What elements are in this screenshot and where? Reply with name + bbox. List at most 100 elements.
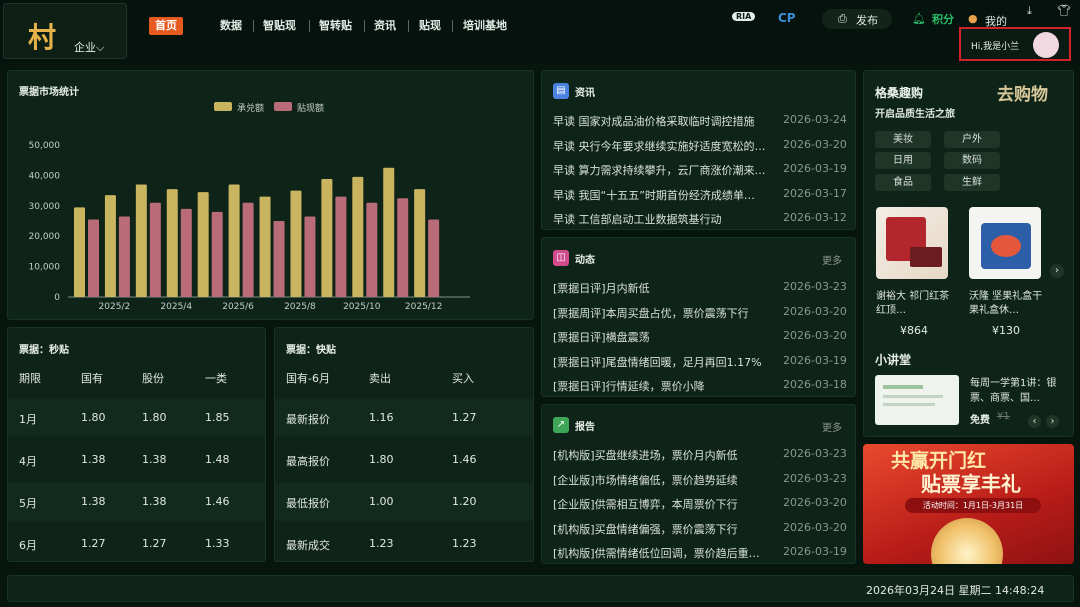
- nav-home[interactable]: 首页: [149, 17, 183, 35]
- course-prev-icon[interactable]: ‹: [1028, 415, 1041, 428]
- assistant-greeting[interactable]: Hi,我是小兰: [959, 27, 1071, 61]
- nav-smart-discount[interactable]: 智贴现: [263, 17, 296, 35]
- bar-discount[interactable]: [273, 221, 285, 297]
- list-item-dynamics[interactable]: [票据日评]月内新低: [553, 280, 768, 296]
- bar-acceptance[interactable]: [352, 176, 364, 297]
- tag-food[interactable]: 食品: [875, 174, 931, 191]
- product-image-nuts[interactable]: [969, 207, 1041, 279]
- bar-acceptance[interactable]: [104, 195, 116, 297]
- dynamics-more-link[interactable]: 更多: [822, 252, 842, 267]
- course-thumbnail[interactable]: [875, 375, 959, 425]
- nav-data[interactable]: 数据: [220, 17, 242, 35]
- list-item-dynamics[interactable]: [票据周评]本周买盘占优，票价震荡下行: [553, 305, 768, 321]
- bar-discount[interactable]: [428, 219, 440, 297]
- cp-icon[interactable]: CP: [778, 11, 796, 25]
- product-name-tea[interactable]: 谢裕大 祁门红茶红顶…: [876, 290, 956, 318]
- nav-training[interactable]: 培训基地: [463, 17, 507, 35]
- bar-discount[interactable]: [242, 202, 254, 297]
- nav-discount[interactable]: 贴现: [419, 17, 441, 35]
- list-item-news[interactable]: 早读 算力需求持续攀升，云厂商涨价潮来…: [553, 162, 768, 178]
- list-item-date: 2026-03-20: [783, 520, 847, 534]
- bar-discount[interactable]: [335, 196, 347, 297]
- logo-glyph: 村: [28, 21, 57, 54]
- bar-discount[interactable]: [304, 216, 316, 297]
- list-item-reports[interactable]: [机构版]买盘继续进场，票价月内新低: [553, 447, 768, 463]
- shop-brand-logo[interactable]: 去购物: [997, 80, 1048, 105]
- tag-outdoor[interactable]: 户外: [944, 131, 1000, 148]
- list-item-date: 2026-03-19: [783, 162, 847, 175]
- course-name[interactable]: 每周一学第1讲：银票、商票、国…: [970, 376, 1068, 406]
- logo-label[interactable]: 企业⌵: [74, 39, 104, 55]
- bar-acceptance[interactable]: [135, 184, 147, 297]
- skin-icon[interactable]: 👕︎: [1057, 4, 1071, 17]
- bar-chart: 0 10,000 20,000 30,000 40,000 50,000 2025/2 202…: [29, 141, 470, 312]
- chart-panel: 票据市场统计 承兑额 贴现额 0 10,000 20,000 30,000 40,000…: [7, 70, 534, 320]
- bar-discount[interactable]: [88, 219, 99, 297]
- list-item-news[interactable]: 早读 国家对成品油价格采取临时调控措施: [553, 113, 768, 129]
- list-item-reports[interactable]: [机构版]供需情绪低位回调，票价趋后重…: [553, 545, 768, 561]
- miaotie-cell: 1.38: [142, 453, 167, 466]
- reports-panel: ↗ 报告 更多 [机构版]买盘继续进场，票价月内新低 2026-03-23 [企业版…: [541, 404, 856, 564]
- nav-divider: [452, 20, 453, 32]
- bar-acceptance[interactable]: [321, 179, 333, 297]
- bar-acceptance[interactable]: [228, 184, 240, 297]
- bar-discount[interactable]: [149, 202, 161, 297]
- tag-beauty[interactable]: 美妆: [875, 131, 931, 148]
- course-next-icon[interactable]: ›: [1046, 415, 1059, 428]
- bar-discount[interactable]: [180, 208, 192, 297]
- bar-acceptance[interactable]: [259, 196, 271, 297]
- shop-panel: 格桑趣购 开启品质生活之旅 去购物 美妆 户外 日用 数码 食品 生鲜 › 谢裕…: [863, 70, 1074, 437]
- tag-daily[interactable]: 日用: [875, 152, 931, 169]
- bar-discount[interactable]: [397, 198, 409, 297]
- bar-acceptance[interactable]: [383, 167, 395, 297]
- download-icon[interactable]: ⤓: [1027, 4, 1032, 18]
- products-next-icon[interactable]: ›: [1050, 264, 1064, 278]
- list-item-dynamics[interactable]: [票据日评]行情延续，票价小降: [553, 378, 768, 394]
- list-item-news[interactable]: 早读 工信部启动工业数据筑基行动: [553, 211, 768, 227]
- bar-acceptance[interactable]: [414, 189, 426, 297]
- bar-discount[interactable]: [118, 216, 130, 297]
- reports-more-link[interactable]: 更多: [822, 419, 842, 434]
- kuaitie-cell: 最新成交: [286, 539, 330, 552]
- miaotie-header: 国有: [81, 372, 103, 385]
- list-item-news[interactable]: 早读 央行今年要求继续实施好适度宽松的…: [553, 138, 768, 154]
- list-item-reports[interactable]: [机构版]买盘情绪偏强，票价震荡下行: [553, 521, 768, 537]
- bell-icon[interactable]: 🔔︎: [912, 12, 926, 25]
- kuaitie-cell: 1.46: [452, 453, 477, 466]
- bar-acceptance[interactable]: [290, 190, 302, 297]
- promo-banner[interactable]: 共赢开门红 贴票享丰礼 活动时间：1月1日-3月31日: [863, 444, 1074, 564]
- tag-digital[interactable]: 数码: [944, 152, 1000, 169]
- tag-fresh[interactable]: 生鲜: [944, 174, 1000, 191]
- ria-icon[interactable]: RIA: [732, 12, 756, 21]
- list-item-date: 2026-03-17: [783, 186, 847, 200]
- nav-smart-transfer[interactable]: 智转贴: [319, 17, 352, 35]
- miaotie-header: 股份: [142, 372, 164, 385]
- list-item-dynamics[interactable]: [票据日评]横盘震荡: [553, 329, 768, 345]
- kuaitie-panel: 票据：快贴 国有-6月 卖出 买入 最新报价 1.16 1.27 最高报价 1.80 1.…: [274, 327, 534, 562]
- nuts-lantern-shape: [991, 235, 1021, 257]
- miaotie-cell: 1.80: [142, 411, 167, 424]
- logo[interactable]: 村 企业⌵: [3, 3, 127, 59]
- list-item-reports[interactable]: [企业版]市场情绪偏低，票价趋势延续: [553, 472, 768, 488]
- list-item-news[interactable]: 早读 我国“十五五”时期首份经济成绩单…: [553, 187, 768, 203]
- bar-discount[interactable]: [366, 202, 378, 297]
- thumb-line: [883, 385, 923, 389]
- bar-discount[interactable]: [211, 211, 223, 297]
- list-item-dynamics[interactable]: [票据日评]尾盘情绪回暖，足月再回1.17%: [553, 354, 768, 370]
- list-item-date: 2026-03-12: [783, 211, 847, 224]
- list-item-date: 2026-03-20: [783, 137, 847, 151]
- thumb-line: [883, 403, 935, 406]
- bar-acceptance[interactable]: [74, 207, 85, 297]
- points-label[interactable]: 积分: [932, 11, 954, 27]
- publish-label: 发布: [856, 14, 878, 27]
- kuaitie-cell: 1.20: [452, 495, 477, 508]
- bar-acceptance[interactable]: [166, 189, 178, 297]
- bar-acceptance[interactable]: [197, 192, 209, 297]
- miaotie-header: 一类: [205, 372, 227, 385]
- publish-button[interactable]: ⎙ 发布: [822, 9, 892, 29]
- nav-news[interactable]: 资讯: [374, 17, 396, 35]
- product-name-nuts[interactable]: 沃隆 坚果礼盒干果礼盒休…: [969, 290, 1049, 318]
- list-item-reports[interactable]: [企业版]供需相互博弈，本周票价下行: [553, 496, 768, 512]
- product-image-tea[interactable]: [876, 207, 948, 279]
- miaotie-header: 期限: [19, 372, 41, 385]
